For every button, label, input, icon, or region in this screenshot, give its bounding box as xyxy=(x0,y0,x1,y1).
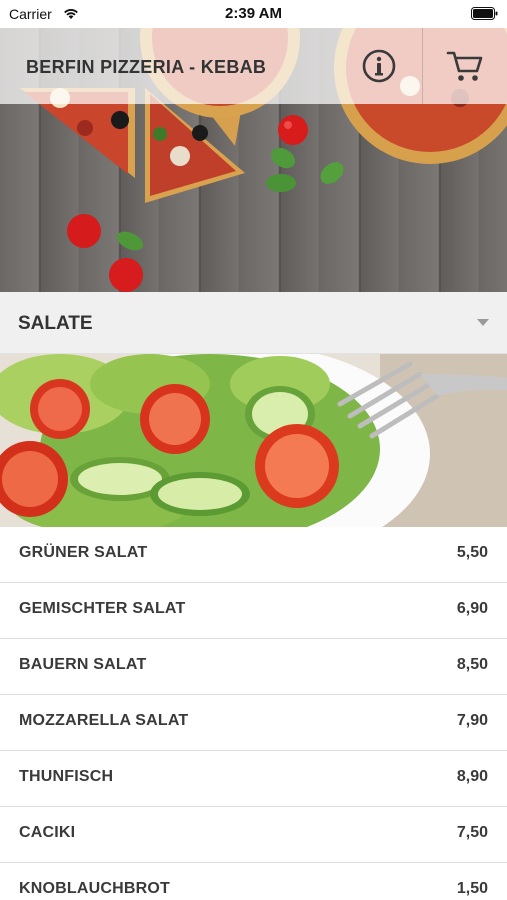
cart-button[interactable] xyxy=(422,28,506,104)
cart-icon xyxy=(446,51,482,81)
menu-item[interactable]: CACIKI 7,50 xyxy=(0,807,507,863)
item-price: 8,90 xyxy=(456,768,488,785)
app-header: BERFIN PIZZERIA - KEBAB xyxy=(0,28,507,104)
item-name: GEMISCHTER SALAT xyxy=(19,600,186,617)
menu-item[interactable]: THUNFISCH 8,90 xyxy=(0,751,507,807)
menu-item[interactable]: GRÜNER SALAT 5,50 xyxy=(0,527,507,583)
battery-icon xyxy=(471,7,498,20)
category-title: SALATE xyxy=(18,313,93,334)
item-price: 7,50 xyxy=(456,824,488,841)
item-name: GRÜNER SALAT xyxy=(19,544,148,561)
item-price: 5,50 xyxy=(456,544,488,561)
menu-list: GRÜNER SALAT 5,50 GEMISCHTER SALAT 6,90 … xyxy=(0,527,507,900)
item-price: 7,90 xyxy=(456,712,488,729)
category-image xyxy=(0,354,507,527)
info-icon xyxy=(362,49,396,83)
item-name: KNOBLAUCHBROT xyxy=(19,880,171,897)
item-price: 6,90 xyxy=(456,600,488,617)
item-name: MOZZARELLA SALAT xyxy=(19,712,189,729)
item-name: THUNFISCH xyxy=(19,768,114,785)
menu-item[interactable]: MOZZARELLA SALAT 7,90 xyxy=(0,695,507,751)
salad-photo xyxy=(0,354,507,527)
status-bar: Carrier 2:39 AM xyxy=(0,0,507,28)
menu-item[interactable]: KNOBLAUCHBROT 1,50 xyxy=(0,863,507,900)
item-price: 8,50 xyxy=(456,656,488,673)
category-header[interactable]: SALATE xyxy=(0,292,507,354)
item-name: CACIKI xyxy=(19,824,76,841)
menu-item[interactable]: GEMISCHTER SALAT 6,90 xyxy=(0,583,507,639)
app-title: BERFIN PIZZERIA - KEBAB xyxy=(26,57,267,77)
info-button[interactable] xyxy=(337,28,421,104)
item-name: BAUERN SALAT xyxy=(19,656,147,673)
caret-down-icon xyxy=(477,319,489,326)
item-price: 1,50 xyxy=(456,880,488,897)
clock: 2:39 AM xyxy=(225,5,282,22)
menu-item[interactable]: BAUERN SALAT 8,50 xyxy=(0,639,507,695)
